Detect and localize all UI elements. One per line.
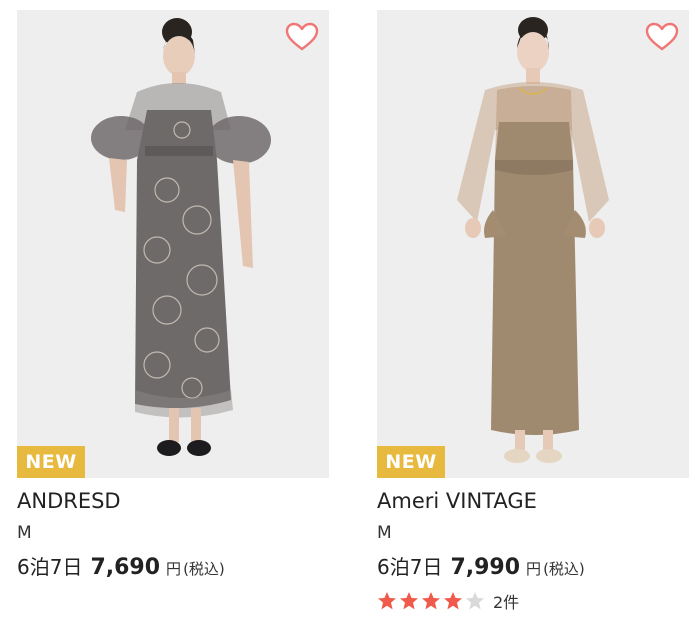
new-badge: NEW: [377, 446, 445, 478]
favorite-button[interactable]: [285, 22, 319, 52]
heart-outline-icon: [285, 22, 319, 51]
review-count: 2件: [493, 593, 520, 612]
review-rating[interactable]: 2件: [377, 589, 689, 613]
star-rating: [377, 591, 487, 611]
product-card[interactable]: NEW ANDRESD M 6泊7日 7,690 円 (税込): [17, 10, 329, 583]
size-label: M: [377, 523, 392, 543]
price-row: 6泊7日 7,990 円 (税込): [377, 553, 689, 583]
size-label: M: [17, 523, 32, 543]
price-row: 6泊7日 7,690 円 (税込): [17, 553, 329, 583]
rental-plan: 6泊7日: [377, 555, 443, 579]
heart-outline-icon: [645, 22, 679, 51]
product-image[interactable]: NEW: [17, 10, 329, 478]
rental-plan: 6泊7日: [17, 555, 83, 579]
brand-name[interactable]: Ameri VINTAGE: [377, 488, 689, 514]
star-filled-icon: [422, 592, 440, 610]
currency-label: 円: [166, 560, 182, 578]
dress-photo: [17, 10, 329, 478]
price-value: 7,990: [450, 555, 521, 580]
price-value: 7,690: [90, 555, 161, 580]
favorite-button[interactable]: [645, 22, 679, 52]
tax-note: (税込): [183, 560, 225, 578]
star-filled-icon: [378, 592, 396, 610]
product-card[interactable]: NEW Ameri VINTAGE M 6泊7日 7,990 円 (税込) 2件: [377, 10, 689, 613]
dress-photo: [377, 10, 689, 478]
brand-name[interactable]: ANDRESD: [17, 488, 329, 514]
tax-note: (税込): [543, 560, 585, 578]
product-image[interactable]: NEW: [377, 10, 689, 478]
new-badge: NEW: [17, 446, 85, 478]
star-filled-icon: [400, 592, 418, 610]
star-filled-icon: [444, 592, 462, 610]
star-empty-icon: [466, 592, 484, 610]
currency-label: 円: [526, 560, 542, 578]
